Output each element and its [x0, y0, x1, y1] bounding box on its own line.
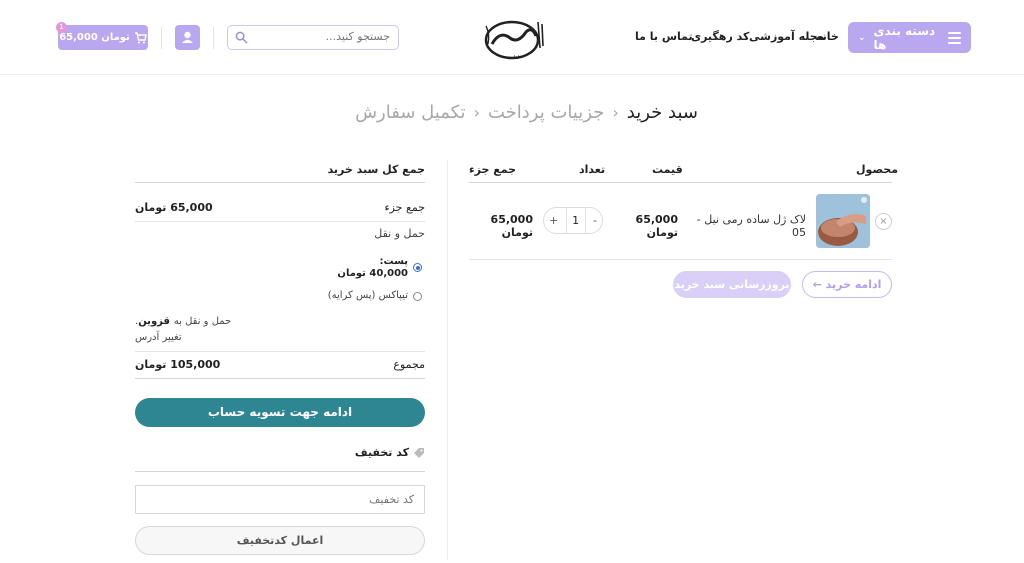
step-complete-order[interactable]: تکمیل سفارش	[355, 102, 465, 123]
continue-shopping-label: ادامه خرید	[825, 278, 882, 291]
coupon-code-input[interactable]	[135, 485, 425, 514]
categories-label: دسته بندی ها	[873, 23, 936, 52]
proceed-to-checkout-button[interactable]: ادامه جهت تسویه حساب	[135, 398, 425, 427]
user-icon	[182, 31, 193, 43]
row-divider	[135, 221, 425, 222]
product-name-link[interactable]: لاک ژل ساده رمی نیل - 05	[688, 213, 806, 239]
continue-shopping-button[interactable]: ادامه خرید ←	[802, 271, 892, 298]
search-input[interactable]	[252, 30, 390, 43]
nav-link-magazine[interactable]: مجله آموزشی	[749, 30, 825, 43]
mini-cart-button[interactable]: 65,000 تومان	[58, 25, 148, 50]
cart-icon	[134, 31, 147, 43]
order-total-value-text: 105,000 تومان	[135, 358, 221, 371]
cart-total: 65,000 تومان	[59, 32, 130, 43]
remove-item-button[interactable]: ×	[875, 213, 892, 230]
column-header-product: محصول	[856, 163, 899, 176]
order-total-value: 105,000 تومان	[135, 358, 255, 371]
search-icon[interactable]	[235, 31, 248, 44]
shipping-city: قزوین	[138, 316, 170, 327]
site-header: ⌄ دسته بندی ها خانه مجله آموزشی کد رهگیر…	[0, 0, 1024, 75]
shipping-option-tipax-label[interactable]: تیپاکس (پس کرایه)	[280, 290, 408, 301]
panel-divider	[447, 160, 448, 560]
tag-icon	[414, 447, 424, 458]
categories-menu-button[interactable]: ⌄ دسته بندی ها	[848, 22, 971, 53]
column-header-quantity: تعداد	[579, 163, 606, 176]
subtotal-value-text: 65,000 تومان	[135, 201, 213, 214]
divider	[161, 27, 162, 49]
column-header-subtotal: جمع جزء	[469, 163, 517, 176]
arrow-left-icon: ←	[812, 278, 822, 291]
column-header-price: قیمت	[652, 163, 683, 176]
checkout-steps: سبد خرید ‹ جزییات پرداخت ‹ تکمیل سفارش	[330, 97, 698, 127]
subtotal-value: 65,000 تومان	[135, 201, 255, 214]
site-logo[interactable]: اقاصد	[480, 18, 548, 62]
shipping-to-label: حمل و نقل به	[173, 316, 232, 327]
shipping-option-post-radio[interactable]	[413, 263, 422, 272]
apply-coupon-button[interactable]: اعمال کدتخفیف	[135, 526, 425, 555]
cart-count-badge: 1	[56, 22, 67, 33]
cart-totals-title: جمع کل سبد خرید	[327, 163, 425, 176]
step-payment-details[interactable]: جزییات پرداخت	[488, 102, 604, 123]
shipping-destination: حمل و نقل به قزوین.	[135, 316, 232, 327]
total-divider	[135, 378, 425, 379]
quantity-stepper[interactable]: + 1 -	[543, 207, 603, 234]
table-header-divider	[469, 182, 892, 183]
coupon-title: کد تخفیف	[354, 446, 409, 459]
decrease-quantity-button[interactable]: -	[593, 214, 597, 227]
step-cart: سبد خرید	[626, 101, 698, 123]
row-divider	[135, 351, 425, 352]
hamburger-icon	[947, 31, 961, 44]
account-button[interactable]	[175, 25, 200, 50]
product-thumbnail[interactable]	[816, 194, 870, 248]
order-total-label: مجموع	[393, 358, 425, 371]
increase-quantity-button[interactable]: +	[549, 214, 558, 227]
shipping-option-post-label[interactable]: پست:	[300, 256, 408, 267]
product-subtotal: 65,000 تومان	[490, 213, 533, 239]
divider	[213, 27, 214, 49]
chevron-left-icon: ‹	[473, 102, 480, 122]
chevron-left-icon: ‹	[612, 102, 619, 122]
change-address-link[interactable]: تغییر آدرس	[135, 332, 255, 343]
totals-header-divider	[135, 182, 425, 183]
shipping-option-tipax-radio[interactable]	[413, 292, 422, 301]
update-cart-button[interactable]: بروزرسانی سبد خرید	[673, 271, 791, 298]
shipping-option-post-price: 40,000 تومان	[337, 268, 408, 279]
coupon-heading: کد تخفیف	[300, 446, 425, 459]
subtotal-label: جمع جزء	[384, 201, 425, 214]
shipping-label: حمل و نقل	[374, 227, 425, 240]
search-box[interactable]	[227, 25, 399, 50]
nav-link-contact[interactable]: تماس با ما	[635, 30, 693, 43]
nav-link-tracking[interactable]: کد رهگیری	[691, 30, 749, 43]
product-price: 65,000 تومان	[635, 213, 678, 239]
quantity-input[interactable]: 1	[565, 208, 586, 233]
svg-text:اقاصد: اقاصد	[507, 55, 519, 61]
row-divider	[469, 259, 892, 260]
coupon-divider	[135, 471, 425, 472]
chevron-down-icon: ⌄	[858, 32, 866, 43]
